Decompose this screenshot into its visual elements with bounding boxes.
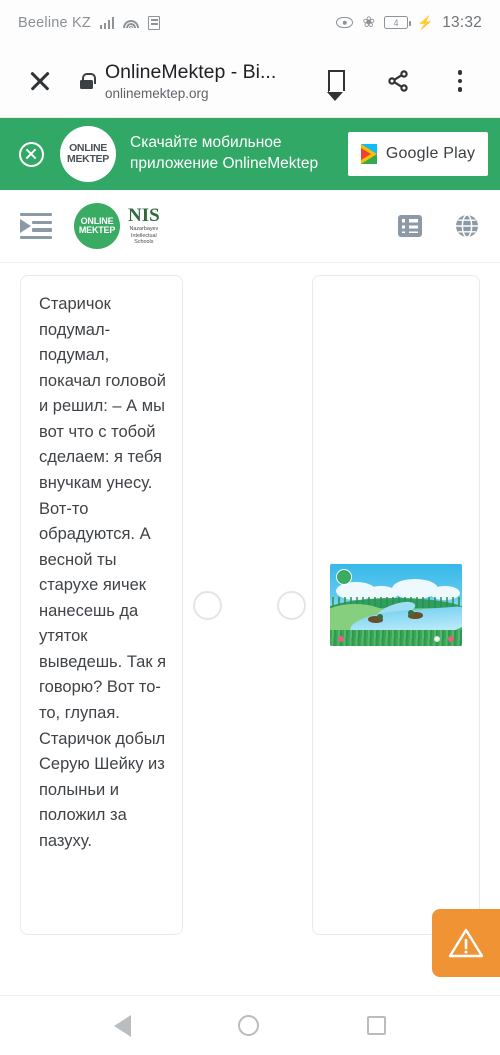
nis-logo-sub-1: Nazarbayev: [129, 225, 159, 232]
onlinemektep-logo[interactable]: ONLINE MEKTEP: [74, 203, 120, 249]
task-image-card[interactable]: [312, 275, 480, 935]
close-tab-button[interactable]: [22, 63, 58, 99]
bluetooth-icon: ❀: [362, 14, 376, 31]
sim-card-icon: [148, 15, 161, 30]
charging-bolt-icon: ⚡: [417, 15, 434, 30]
bookmark-icon: [327, 70, 345, 101]
status-bar-left: Beeline KZ: [18, 14, 161, 31]
report-problem-button[interactable]: [432, 909, 500, 977]
app-header: ONLINE MEKTEP NIS Nazarbayev Intellectua…: [0, 190, 500, 263]
task-content: Старичок подумал-подумал, покачал голово…: [0, 263, 500, 995]
duck-river-illustration: [330, 564, 462, 646]
battery-level-label: 4: [393, 17, 399, 28]
connector-column: [183, 275, 312, 935]
recent-apps-button[interactable]: [367, 1016, 387, 1035]
match-connector-dot-left[interactable]: [193, 590, 222, 620]
address-bar[interactable]: OnlineMektep - Bi... onlinemektep.org: [105, 61, 292, 100]
more-options-icon: [457, 70, 463, 92]
header-logos: ONLINE MEKTEP NIS Nazarbayev Intellectua…: [74, 203, 160, 249]
bookmark-button[interactable]: [318, 63, 354, 101]
more-options-button[interactable]: [442, 63, 478, 99]
onlinemektep-logo-banner: ONLINE MEKTEP: [60, 126, 116, 182]
list-view-icon[interactable]: [398, 215, 422, 237]
om-logo-line-2: MEKTEP: [78, 225, 116, 235]
page-url: onlinemektep.org: [105, 85, 209, 101]
phone-screen: Beeline KZ ❀ 4 ⚡ 13:32 OnlineMektep - Bi…: [0, 0, 500, 1055]
wifi-icon: [123, 16, 140, 29]
google-play-icon: [360, 144, 377, 164]
page-title: OnlineMektep - Bi...: [105, 61, 277, 84]
dismiss-banner-button[interactable]: [14, 137, 48, 171]
eye-comfort-icon: [336, 17, 354, 28]
close-icon: [29, 70, 51, 92]
battery-icon: 4: [384, 16, 412, 29]
site-security-indicator[interactable]: [80, 73, 96, 89]
android-nav-bar: [0, 995, 500, 1055]
matching-task-row: Старичок подумал-подумал, покачал голово…: [0, 275, 500, 935]
google-play-label: Google Play: [385, 145, 476, 162]
back-button[interactable]: [113, 1014, 131, 1037]
globe-icon[interactable]: [454, 213, 480, 239]
promo-text: Скачайте мобильное приложение OnlineMekt…: [130, 133, 342, 175]
status-bar: Beeline KZ ❀ 4 ⚡ 13:32: [0, 0, 500, 45]
promo-text-line-2: приложение OnlineMektep: [130, 155, 319, 172]
signal-bars-icon: [99, 16, 115, 29]
task-text-card[interactable]: Старичок подумал-подумал, покачал голово…: [20, 275, 183, 935]
app-promo-banner: ONLINE MEKTEP Скачайте мобильное приложе…: [0, 118, 500, 190]
illustration-badge-icon: [336, 569, 352, 585]
home-button[interactable]: [238, 1015, 260, 1036]
warning-icon: [448, 927, 484, 959]
google-play-button[interactable]: Google Play: [348, 132, 488, 176]
share-icon: [388, 70, 408, 92]
status-bar-right: ❀ 4 ⚡ 13:32: [336, 14, 482, 32]
share-button[interactable]: [380, 63, 416, 99]
logo-line-2: MEKTEP: [67, 153, 109, 165]
nis-logo-main: NIS: [128, 205, 160, 227]
browser-toolbar: OnlineMektep - Bi... onlinemektep.org: [0, 45, 500, 118]
indent-menu-icon[interactable]: [20, 213, 52, 240]
nis-logo-sub-3: Schools: [134, 239, 154, 246]
header-actions: [398, 213, 480, 239]
close-icon: [18, 141, 44, 167]
lock-icon: [80, 73, 96, 89]
carrier-label: Beeline KZ: [18, 14, 91, 31]
nis-logo: NIS Nazarbayev Intellectual Schools: [128, 206, 160, 246]
match-connector-dot-right[interactable]: [277, 590, 306, 620]
clock-label: 13:32: [442, 13, 482, 31]
promo-text-line-1: Скачайте мобильное: [130, 134, 282, 152]
